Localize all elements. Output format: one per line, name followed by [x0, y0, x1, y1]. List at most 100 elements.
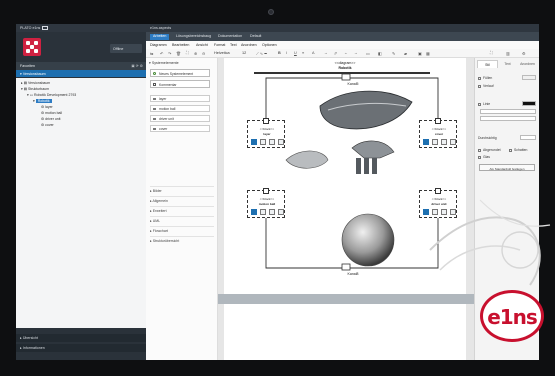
offline-button[interactable]: Offline [110, 44, 142, 53]
edit-icon[interactable] [260, 139, 266, 145]
systemelemente-section[interactable]: ▾ Systemelemente [149, 61, 179, 65]
versions-header[interactable]: ▾ Versionsbaum [16, 70, 146, 77]
tree-node[interactable]: ▾ ▤ Strukturbaum [21, 87, 49, 91]
font-size-input[interactable]: 12 [242, 51, 246, 55]
remove-icon[interactable] [423, 139, 429, 145]
menu-diagramm[interactable]: Diagramm [150, 43, 167, 47]
bold-icon[interactable]: B [278, 51, 281, 55]
settings-icon[interactable]: ⚙ [522, 51, 525, 56]
menu-optionen[interactable]: Optionen [262, 43, 277, 47]
set-default-style-button[interactable]: Als Standardstil festlegen [479, 164, 535, 171]
menu-text[interactable]: Text [230, 43, 237, 47]
new-system-element-button[interactable]: Neues Systemelement [150, 69, 210, 77]
undo-icon[interactable]: ↶ [160, 51, 163, 56]
menu-bearbeiten[interactable]: Bearbeiten [172, 43, 189, 47]
arrow-right-icon[interactable]: → [354, 51, 358, 55]
remove-icon[interactable] [251, 139, 257, 145]
delete-icon[interactable]: 🗑 [176, 51, 181, 56]
rounded-checkbox[interactable] [478, 148, 481, 152]
shape-item-layer[interactable]: layer [150, 95, 210, 102]
tree-node[interactable]: ⚙ cover [41, 123, 54, 127]
menu-format[interactable]: Format [214, 43, 225, 47]
tree-node[interactable]: ▾ ▭ Robotik Development 2793 [27, 93, 76, 97]
panel-icon[interactable]: ▥ [506, 51, 510, 56]
tab-dokumentation[interactable]: Dokumentation [218, 34, 242, 38]
zoom-out-icon[interactable]: ⊖ [202, 51, 205, 56]
more-icon[interactable] [278, 139, 284, 145]
table-icon[interactable]: ▦ [426, 51, 430, 56]
collapse-icon[interactable]: ⇆ [150, 51, 153, 56]
waypoint-icon[interactable]: ↱ [334, 51, 337, 56]
gradient-row[interactable]: Verlauf [478, 84, 494, 88]
opacity-field[interactable] [520, 135, 536, 140]
glass-row[interactable]: Glas [478, 155, 490, 159]
category-uml[interactable]: ▸ UML [150, 216, 214, 223]
shape-item-cover[interactable]: cover [150, 125, 210, 132]
fill-color-field[interactable] [522, 75, 536, 80]
tab-default[interactable]: Default [250, 34, 261, 38]
format-icon[interactable]: ▰ [404, 51, 407, 56]
remove-icon[interactable] [251, 209, 257, 215]
more-icon[interactable] [278, 209, 284, 215]
line-row[interactable]: Linie [478, 102, 490, 106]
category-bilder[interactable]: ▸ Bilder [150, 186, 214, 193]
block-motion-ball[interactable]: <<block>> motion ball [247, 188, 285, 218]
block-layer[interactable]: <<block>> layer [247, 118, 285, 148]
tab-stil[interactable]: Stil [477, 60, 498, 68]
line-color-field[interactable] [522, 101, 536, 106]
menu-ansicht[interactable]: Ansicht [196, 43, 208, 47]
tree-node[interactable]: ⚙ driver unit [41, 117, 61, 121]
block-cover[interactable]: <<block>> cover [419, 118, 457, 148]
fullscreen-icon[interactable]: ⛶ [490, 51, 493, 55]
menu-grid-icon[interactable] [42, 25, 48, 30]
line-style-select[interactable] [480, 109, 536, 114]
category-erweitert[interactable]: ▸ Erweitert [150, 206, 214, 213]
link-icon[interactable] [441, 139, 447, 145]
edit-icon[interactable] [260, 209, 266, 215]
shape-item-motion-ball[interactable]: motion ball [150, 105, 210, 112]
category-strukturuebersicht[interactable]: ▸ Strukturübersicht [150, 236, 214, 243]
line-width-field[interactable] [480, 116, 536, 121]
tab-loesungsbereich[interactable]: Lösungsbereichsbaug [176, 34, 211, 38]
favorites-header[interactable]: Favoriten ▣ ⟳ ⚙ [16, 62, 146, 70]
text-color-icon[interactable]: A [312, 51, 315, 55]
shadow-row[interactable]: Schatten [509, 148, 527, 152]
info-panel-header[interactable]: ▸ Informationen [16, 344, 146, 352]
shape-item-driver-unit[interactable]: driver unit [150, 115, 210, 122]
overview-panel-header[interactable]: ▸ Übersicht [16, 334, 146, 342]
favorites-tools-icon[interactable]: ▣ ⟳ ⚙ [131, 64, 143, 68]
tree-node[interactable]: ⚙ motion ball [41, 111, 62, 115]
underline-icon[interactable]: U [294, 51, 297, 55]
fit-icon[interactable]: ⛶ [186, 51, 189, 55]
menu-anordnen[interactable]: Anordnen [241, 43, 257, 47]
tree-node-selected[interactable]: ▾ Robotik [33, 99, 52, 103]
tree-node[interactable]: ⚙ layer [41, 105, 53, 109]
tab-text[interactable]: Text [497, 60, 518, 68]
category-flowchart[interactable]: ▸ Flowchart [150, 226, 214, 233]
shadow-checkbox[interactable] [509, 148, 512, 152]
glass-checkbox[interactable] [478, 155, 481, 159]
arrow-left-icon[interactable]: ← [344, 51, 348, 55]
font-name-select[interactable]: Helvetica [214, 51, 230, 55]
gradient-checkbox[interactable] [478, 84, 481, 88]
category-allgemein[interactable]: ▸ Allgemein [150, 196, 214, 203]
style-icons[interactable]: ⟋ ∿ ▭ [256, 51, 267, 56]
fill-checkbox[interactable] [478, 76, 481, 80]
line-checkbox[interactable] [478, 102, 481, 106]
connector-icon[interactable]: → [324, 51, 328, 55]
fill-icon[interactable]: ◧ [378, 51, 382, 56]
fill-row[interactable]: Füllen [478, 76, 492, 80]
more-icon[interactable] [450, 139, 456, 145]
tree-node[interactable]: ▸ ▤ Versionsbaum [21, 81, 50, 85]
image-icon[interactable]: ▣ [418, 51, 422, 56]
pencil-icon[interactable]: ✎ [392, 51, 395, 56]
tab-anordnen[interactable]: Anordnen [517, 60, 538, 68]
link-icon[interactable] [269, 209, 275, 215]
tab-arbeiten[interactable]: Arbeiten [150, 33, 170, 40]
italic-icon[interactable]: I [286, 51, 287, 55]
shape-icon[interactable]: ▭ [366, 51, 370, 56]
rounded-row[interactable]: Abgerundet [478, 148, 501, 152]
edit-icon[interactable] [432, 139, 438, 145]
align-icon[interactable]: ≡ [302, 51, 304, 55]
zoom-in-icon[interactable]: ⊕ [194, 51, 197, 56]
